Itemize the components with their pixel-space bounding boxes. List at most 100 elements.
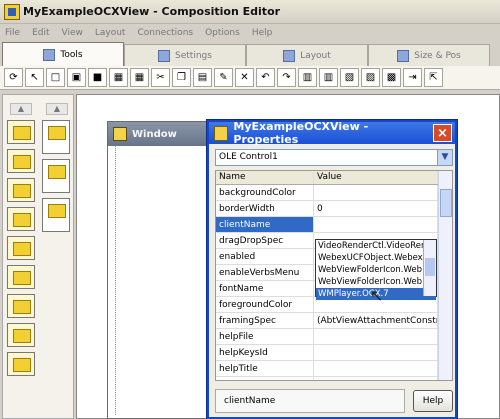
property-name: enableVerbsMenu bbox=[216, 265, 314, 281]
redo-icon[interactable]: ↷ bbox=[277, 68, 296, 87]
notebook-palette-icon[interactable] bbox=[7, 352, 35, 376]
menu-options[interactable]: Options bbox=[205, 28, 240, 38]
selection-guides bbox=[115, 145, 215, 415]
menu-edit[interactable]: Edit bbox=[32, 28, 49, 38]
pointer-icon[interactable]: ↖ bbox=[25, 68, 44, 87]
refresh-icon[interactable]: ⟳ bbox=[4, 68, 23, 87]
connection-palette-icon[interactable] bbox=[7, 323, 35, 347]
status-field: clientName bbox=[215, 388, 405, 413]
tab-size-pos-label: Size & Pos bbox=[414, 50, 461, 61]
menu-layout[interactable]: Layout bbox=[95, 28, 126, 38]
composition-tabs: Tools Settings Layout Size & Pos bbox=[0, 42, 500, 66]
parts-scroll-up-icon[interactable]: ▲ bbox=[46, 103, 68, 115]
property-value[interactable] bbox=[314, 361, 438, 377]
window-palette-icon[interactable] bbox=[7, 236, 35, 260]
property-name: helpKeysId bbox=[216, 345, 314, 361]
paste-icon[interactable]: ▤ bbox=[193, 68, 212, 87]
document-palette-icon[interactable] bbox=[7, 207, 35, 231]
dropdown-option[interactable]: WebexUCFObject.Webex bbox=[316, 252, 436, 264]
property-name: fontName bbox=[216, 281, 314, 297]
properties-title: MyExampleOCXView - Properties bbox=[233, 120, 369, 146]
save-icon[interactable]: ■ bbox=[88, 68, 107, 87]
client-name-value[interactable] bbox=[314, 217, 438, 233]
copy-icon[interactable]: ❐ bbox=[172, 68, 191, 87]
property-name: framingSpec bbox=[216, 313, 314, 329]
help-button[interactable]: Help bbox=[413, 389, 453, 412]
properties-footer: clientName Help bbox=[215, 387, 453, 414]
checkbox-palette-icon[interactable] bbox=[7, 120, 35, 144]
object-selector[interactable]: OLE Control1 ▼ bbox=[215, 149, 453, 166]
cut-icon[interactable]: ✂ bbox=[151, 68, 170, 87]
grid2-icon[interactable]: ▦ bbox=[130, 68, 149, 87]
distribute-icon[interactable]: ▧ bbox=[340, 68, 359, 87]
download-part-icon[interactable] bbox=[42, 159, 70, 193]
property-name: backgroundColor bbox=[216, 185, 314, 201]
dropdown-scrollbar-thumb[interactable] bbox=[425, 258, 435, 276]
dropdown-option[interactable]: VideoRenderCtl.VideoRen bbox=[316, 240, 436, 252]
properties-titlebar: MyExampleOCXView - Properties × bbox=[209, 120, 455, 146]
tab-icon[interactable]: ⇥ bbox=[403, 68, 422, 87]
tab-layout-label: Layout bbox=[300, 50, 331, 61]
layout-icon bbox=[283, 49, 296, 62]
table-row[interactable]: helpTopicId bbox=[216, 377, 452, 380]
property-name: helpFile bbox=[216, 329, 314, 345]
menu-view[interactable]: View bbox=[62, 28, 83, 38]
align2-icon[interactable]: ▥ bbox=[319, 68, 338, 87]
menu-connections[interactable]: Connections bbox=[137, 28, 193, 38]
tab-settings[interactable]: Settings bbox=[124, 44, 246, 66]
tab-size-pos[interactable]: Size & Pos bbox=[368, 44, 490, 66]
chevron-down-icon[interactable]: ▼ bbox=[437, 150, 452, 165]
resize-icon[interactable]: ⇱ bbox=[424, 68, 443, 87]
property-value[interactable]: (AbtViewAttachmentConstrai bbox=[314, 313, 438, 329]
dropdown-option[interactable]: WebViewFolderIcon.Web bbox=[316, 264, 436, 276]
table-row[interactable]: borderWidth 0 bbox=[216, 201, 452, 217]
palette-categories: ▲ bbox=[7, 103, 35, 381]
menu-file[interactable]: File bbox=[5, 28, 20, 38]
open-icon[interactable]: ▣ bbox=[67, 68, 86, 87]
align-icon[interactable]: ▥ bbox=[298, 68, 317, 87]
size-pos-icon bbox=[397, 49, 410, 62]
grid-icon[interactable]: ▦ bbox=[109, 68, 128, 87]
menu-help[interactable]: Help bbox=[252, 28, 273, 38]
table-row[interactable]: helpKeysId bbox=[216, 345, 452, 361]
edit-icon[interactable]: ✎ bbox=[214, 68, 233, 87]
property-name: foregroundColor bbox=[216, 297, 314, 313]
table-row[interactable]: helpTitle bbox=[216, 361, 452, 377]
table-row-selected[interactable]: clientName bbox=[216, 217, 452, 233]
dropdown-scrollbar[interactable] bbox=[423, 240, 436, 296]
new-icon[interactable]: □ bbox=[46, 68, 65, 87]
tree-part-icon[interactable] bbox=[42, 198, 70, 232]
delete-icon[interactable]: ✕ bbox=[235, 68, 254, 87]
order-icon[interactable]: ▩ bbox=[382, 68, 401, 87]
scroll-up-icon[interactable]: ▲ bbox=[10, 103, 32, 115]
snap-icon[interactable]: ▨ bbox=[361, 68, 380, 87]
property-name: enabled bbox=[216, 249, 314, 265]
tab-tools[interactable]: Tools bbox=[2, 42, 124, 66]
form-palette-icon[interactable] bbox=[7, 265, 35, 289]
property-value[interactable]: 0 bbox=[314, 201, 438, 217]
window-part-icon[interactable] bbox=[42, 120, 70, 154]
table-header: Name Value bbox=[216, 171, 452, 185]
value-column-header: Value bbox=[314, 171, 438, 184]
property-value[interactable] bbox=[314, 185, 438, 201]
property-value[interactable] bbox=[314, 377, 438, 380]
container-palette-icon[interactable] bbox=[7, 294, 35, 318]
table-row[interactable]: helpFile bbox=[216, 329, 452, 345]
tab-tools-label: Tools bbox=[60, 49, 83, 60]
property-value[interactable] bbox=[314, 329, 438, 345]
list-palette-icon[interactable] bbox=[7, 178, 35, 202]
app-titlebar: MyExampleOCXView - Composition Editor bbox=[0, 0, 500, 24]
properties-scrollbar[interactable] bbox=[438, 171, 452, 380]
scrollbar-thumb[interactable] bbox=[440, 189, 452, 217]
undo-icon[interactable]: ↶ bbox=[256, 68, 275, 87]
object-selector-value: OLE Control1 bbox=[219, 152, 278, 162]
tab-layout[interactable]: Layout bbox=[246, 44, 368, 66]
folder-palette-icon[interactable] bbox=[7, 149, 35, 173]
window-icon bbox=[113, 127, 127, 141]
property-value[interactable] bbox=[314, 345, 438, 361]
table-row[interactable]: backgroundColor bbox=[216, 185, 452, 201]
name-column-header: Name bbox=[216, 171, 314, 184]
table-row[interactable]: framingSpec (AbtViewAttachmentConstrai bbox=[216, 313, 452, 329]
close-icon[interactable]: × bbox=[432, 124, 452, 142]
property-name: dragDropSpec bbox=[216, 233, 314, 249]
